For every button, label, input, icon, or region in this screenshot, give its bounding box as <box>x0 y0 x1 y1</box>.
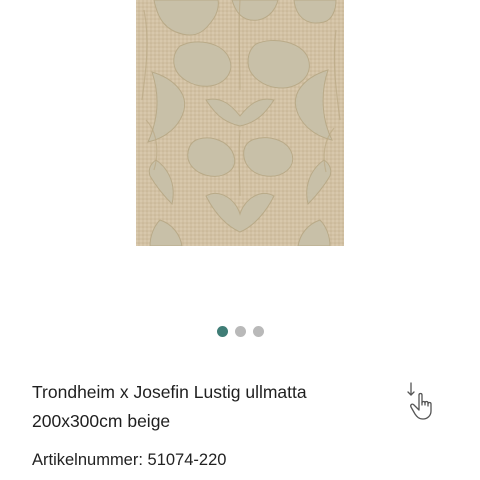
product-title-line-2: 200x300cm beige <box>32 411 171 431</box>
product-title: Trondheim x Josefin Lustig ullmatta 200x… <box>32 378 392 436</box>
product-image-gallery[interactable] <box>0 0 480 300</box>
product-title-line-1: Trondheim x Josefin Lustig ullmatta <box>32 382 307 402</box>
pagination-dot-1[interactable] <box>216 326 228 337</box>
swipe-down-hand-icon[interactable] <box>405 381 447 421</box>
rug-image[interactable] <box>136 0 344 246</box>
gallery-pagination-dots[interactable] <box>0 326 480 338</box>
article-number: Artikelnummer: 51074-220 <box>32 451 227 469</box>
pagination-dot-3[interactable] <box>252 326 264 337</box>
pagination-dot-2[interactable] <box>234 326 246 337</box>
